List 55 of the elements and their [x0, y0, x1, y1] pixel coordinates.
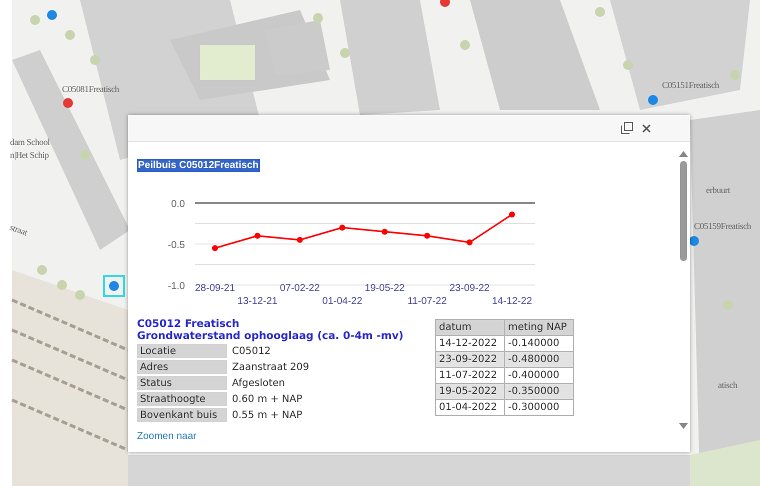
table-cell: 23-09-2022	[436, 352, 504, 368]
zoom-link[interactable]: Zoomen naar	[137, 431, 196, 442]
column-header: meting NAP	[504, 320, 574, 336]
data-point	[509, 211, 515, 218]
attribute-label: Adres	[137, 360, 227, 374]
table-cell: -0.350000	[504, 384, 574, 400]
y-axis-label: 0.0	[171, 199, 185, 210]
data-point	[382, 228, 388, 235]
map-label: C05081Freatisch	[62, 84, 119, 94]
table-cell: 01-04-2022	[436, 400, 504, 416]
scroll-down-icon[interactable]	[678, 423, 688, 429]
location-subheading: Grondwaterstand ophooglaag (ca. 0-4m -mv)	[137, 330, 404, 342]
map-label: erbuurt	[706, 185, 730, 195]
data-point	[212, 245, 218, 252]
attribute-value: Afgesloten	[231, 376, 286, 390]
map-marker[interactable]	[440, 0, 450, 7]
scrollbar-thumb[interactable]	[680, 161, 686, 261]
scroll-up-icon[interactable]	[678, 151, 688, 157]
x-axis-label: 19-05-22	[364, 283, 405, 294]
table-cell: -0.480000	[504, 352, 574, 368]
map-label: C05151Freatisch	[662, 80, 719, 90]
data-point	[296, 236, 303, 243]
data-point	[466, 239, 473, 246]
attribute-label: Locatie	[137, 344, 227, 358]
column-header: datum	[436, 320, 504, 336]
x-axis-label: 07-02-22	[280, 283, 320, 294]
map-label: dam School	[10, 137, 50, 147]
map-label: straat	[8, 222, 29, 238]
x-axis-label: 11-07-22	[408, 296, 447, 307]
attribute-value: 0.55 m + NAP	[231, 408, 304, 422]
x-axis-label: 14-12-22	[492, 296, 532, 307]
table-cell: 19-05-2022	[436, 384, 504, 400]
location-heading: C05012 Freatisch	[137, 318, 240, 330]
attribute-value: Zaanstraat 209	[231, 360, 310, 374]
y-axis-label: -1.0	[168, 281, 185, 292]
data-point	[424, 232, 430, 239]
restore-icon[interactable]	[621, 122, 633, 134]
x-axis-label: 23-09-22	[450, 283, 490, 294]
y-axis-label: -0.5	[168, 240, 185, 251]
table-cell: -0.300000	[504, 400, 574, 416]
attribute-label: Status	[137, 376, 227, 390]
close-icon[interactable]	[642, 124, 651, 132]
map-label: n|Het Schip	[10, 150, 49, 160]
attribute-label: Straathoogte	[137, 392, 227, 406]
map-label: atisch	[718, 380, 738, 390]
x-axis-label: 13-12-21	[237, 296, 278, 307]
data-point	[339, 224, 346, 231]
attribute-label: Bovenkant buis	[137, 408, 227, 422]
popup-title: Peilbuis C05012Freatisch	[137, 159, 260, 172]
attribute-value: 0.60 m + NAP	[231, 392, 304, 406]
data-point	[254, 232, 260, 239]
x-axis-label: 28-09-21	[194, 283, 236, 294]
x-axis-label: 01-04-22	[322, 296, 362, 307]
map-label: C05159Freatisch	[694, 221, 751, 231]
attribute-value: C05012	[231, 344, 272, 358]
